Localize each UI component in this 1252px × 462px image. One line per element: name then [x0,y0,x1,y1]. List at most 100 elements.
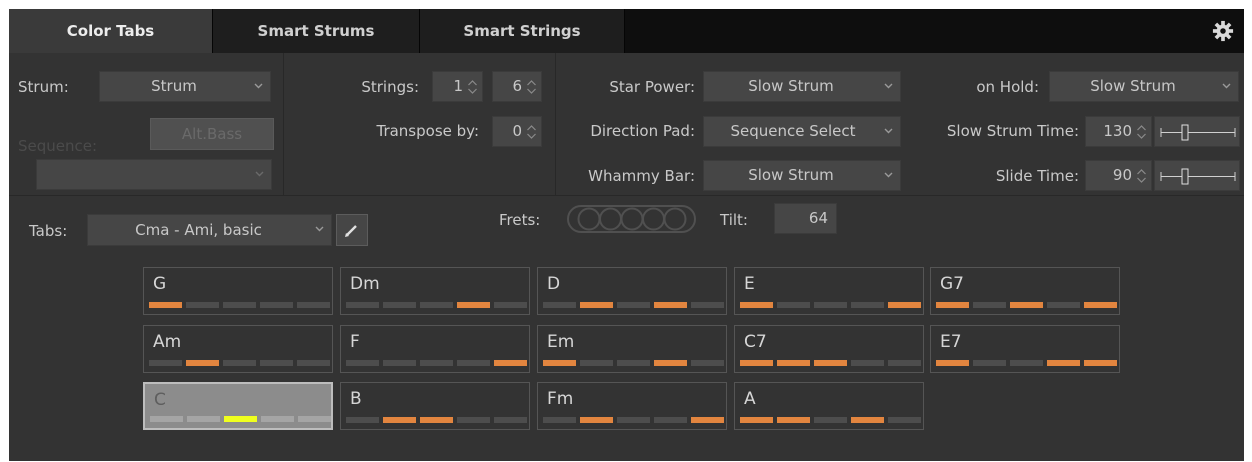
gear-icon[interactable] [1212,20,1234,42]
on-hold-dropdown[interactable]: Slow Strum [1049,71,1239,102]
fret-indicator [346,417,379,423]
fret-indicator [186,302,219,308]
sequence-label: Sequence: [18,137,98,155]
chord-button[interactable]: E7 [930,325,1120,373]
tab-smart-strings[interactable]: Smart Strings [420,9,625,53]
chord-button[interactable]: B [340,382,530,430]
chord-name: F [350,332,360,352]
fret-indicators [936,302,1117,308]
fret-indicator [223,360,256,366]
chord-button[interactable]: F [340,325,530,373]
sequence-dropdown[interactable] [36,159,272,190]
separator [555,53,556,195]
stepper-arrows-icon [468,79,477,94]
fret-indicator [297,360,330,366]
fret-indicator [149,360,182,366]
frets-label: Frets: [499,211,541,229]
chord-name: E [744,274,755,294]
fret-indicator [777,360,810,366]
fret-indicator [580,417,613,423]
slow-strum-time-slider[interactable] [1154,116,1240,147]
fret-indicator [224,416,257,422]
chord-button[interactable]: C7 [734,325,924,373]
chord-button[interactable]: G7 [930,267,1120,315]
direction-pad-dropdown[interactable]: Sequence Select [703,116,901,147]
strings-to-value: 6 [512,77,522,95]
chord-name: C [154,390,166,410]
chord-button[interactable]: Fm [537,382,727,430]
chevron-down-icon [884,83,893,88]
fret-indicator [851,360,884,366]
fret-indicators [543,360,724,366]
fret-indicators [346,360,527,366]
fret-indicators [740,302,921,308]
star-power-dropdown[interactable]: Slow Strum [703,71,901,102]
fret-indicator [186,360,219,366]
tab-smart-strums[interactable]: Smart Strums [213,9,420,53]
chord-button[interactable]: G [143,267,333,315]
fret-indicator [1084,302,1117,308]
chord-button[interactable]: D [537,267,727,315]
transpose-value: 0 [512,122,522,140]
chord-button[interactable]: C [143,382,333,430]
fret-indicator [1010,360,1043,366]
fret-indicator [851,417,884,423]
fret-indicators [346,302,527,308]
fret-indicator [936,360,969,366]
chord-button[interactable]: Dm [340,267,530,315]
fret-indicator [654,302,687,308]
chord-button[interactable]: Em [537,325,727,373]
slow-strum-time-stepper[interactable]: 130 [1085,116,1152,147]
strum-dropdown[interactable]: Strum [99,71,271,102]
alt-bass-button[interactable]: Alt.Bass [150,118,274,150]
chord-name: A [744,389,756,409]
fret-indicator [1047,302,1080,308]
fret-indicator [457,417,490,423]
slide-time-slider[interactable] [1154,160,1240,191]
tab-color-tabs[interactable]: Color Tabs [9,9,213,53]
fret-indicator [814,360,847,366]
fret-indicator [420,302,453,308]
edit-tabs-button[interactable] [336,214,368,246]
strum-label: Strum: [18,78,69,96]
fret-indicator [383,417,416,423]
fret-indicator [740,360,773,366]
chord-name: Fm [547,389,574,409]
tilt-value: 64 [808,209,828,227]
transpose-stepper[interactable]: 0 [492,116,542,147]
fret-indicator [383,302,416,308]
on-hold-value: Slow Strum [1090,77,1176,95]
chord-button[interactable]: Am [143,325,333,373]
whammy-bar-dropdown[interactable]: Slow Strum [703,160,901,191]
fret-indicator [297,302,330,308]
fret-indicator [580,360,613,366]
tabs-dropdown[interactable]: Cma - Ami, basic [87,214,332,246]
fret-indicator [936,302,969,308]
chord-name: B [350,389,362,409]
fret-indicator [617,360,650,366]
fret-indicator [1010,302,1043,308]
chord-button[interactable]: E [734,267,924,315]
fret-indicator [851,302,884,308]
chord-button[interactable]: A [734,382,924,430]
frets-indicator[interactable] [567,204,697,234]
fret-indicator [691,302,724,308]
strings-from-stepper[interactable]: 1 [432,71,483,102]
fret-indicator [457,302,490,308]
fret-indicator [261,416,294,422]
chord-name: Dm [350,274,380,294]
fret-indicators [149,360,330,366]
fret-indicator [777,302,810,308]
whammy-bar-value: Slow Strum [748,166,834,184]
slide-time-stepper[interactable]: 90 [1085,160,1152,191]
direction-pad-label: Direction Pad: [590,122,695,140]
fret-indicator [494,360,527,366]
on-hold-label: on Hold: [976,78,1039,96]
strings-to-stepper[interactable]: 6 [492,71,542,102]
fret-indicator [973,360,1006,366]
chord-name: C7 [744,332,767,352]
fret-indicator [494,302,527,308]
tilt-field[interactable]: 64 [774,203,837,234]
chord-name: D [547,274,561,294]
chevron-down-icon [254,83,263,88]
